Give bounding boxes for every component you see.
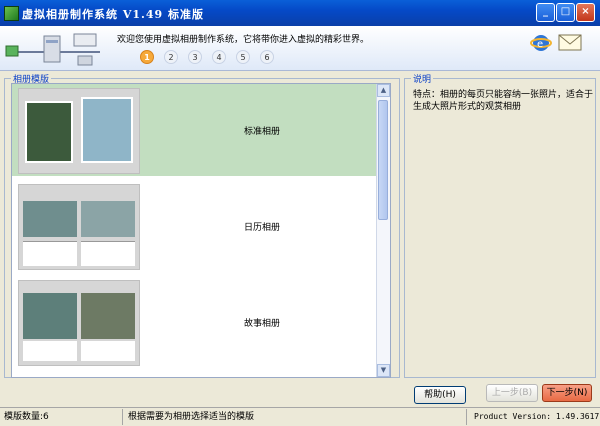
scrollbar-thumb[interactable] bbox=[378, 100, 388, 220]
template-label: 故事相册 bbox=[243, 319, 280, 329]
story-text-area bbox=[81, 341, 135, 361]
maximize-button[interactable]: □ bbox=[556, 3, 575, 22]
photo-thumbnail bbox=[81, 293, 135, 339]
photo-thumbnail bbox=[25, 101, 73, 163]
status-divider bbox=[466, 409, 467, 425]
status-divider bbox=[122, 409, 123, 425]
step-1: 1 bbox=[140, 50, 154, 64]
step-3: 3 bbox=[188, 50, 202, 64]
description-legend: 说明 bbox=[411, 72, 434, 85]
svg-text:e: e bbox=[537, 39, 543, 50]
templates-group: 相册模版 标准相册 日历相册 故事相册 ▲ ▼ bbox=[4, 72, 400, 378]
story-text-area bbox=[23, 341, 77, 361]
status-hint: 根据需要为相册选择适当的模版 bbox=[128, 412, 255, 422]
title-bar[interactable]: 虚拟相册制作系统 V1.49 标准版 _ □ × bbox=[0, 0, 600, 26]
close-button[interactable]: × bbox=[576, 3, 595, 22]
template-row-story[interactable]: 故事相册 bbox=[12, 276, 377, 368]
photo-thumbnail bbox=[23, 293, 77, 339]
scroll-up-arrow-icon[interactable]: ▲ bbox=[377, 84, 390, 97]
prev-button[interactable]: 上一步(B) bbox=[486, 384, 538, 402]
step-6: 6 bbox=[260, 50, 274, 64]
template-thumbnail bbox=[18, 280, 140, 366]
product-version: Product Version: 1.49.3617 bbox=[474, 412, 600, 421]
template-label: 标准相册 bbox=[243, 127, 280, 137]
app-icon bbox=[4, 6, 19, 21]
template-list-scrollbar[interactable]: ▲ ▼ bbox=[376, 84, 390, 377]
mail-icon[interactable] bbox=[558, 34, 582, 52]
calendar-grid bbox=[23, 241, 77, 266]
template-thumbnail bbox=[18, 184, 140, 270]
help-button[interactable]: 帮助(H) bbox=[414, 386, 466, 404]
description-text: 特点：相册的每页只能容纳一张照片，适合于生成大照片形式的观赏相册 bbox=[413, 90, 594, 112]
welcome-text: 欢迎您使用虚拟相册制作系统，它将带你进入虚拟的精彩世界。 bbox=[117, 35, 370, 45]
template-row-standard[interactable]: 标准相册 bbox=[12, 84, 377, 176]
template-row-calendar[interactable]: 日历相册 bbox=[12, 180, 377, 272]
step-5: 5 bbox=[236, 50, 250, 64]
photo-thumbnail bbox=[81, 201, 135, 237]
step-4: 4 bbox=[212, 50, 226, 64]
calendar-grid bbox=[81, 241, 135, 266]
network-illustration-icon bbox=[5, 33, 100, 66]
scroll-down-arrow-icon[interactable]: ▼ bbox=[377, 364, 390, 377]
next-button[interactable]: 下一步(N) bbox=[542, 384, 592, 402]
photo-thumbnail bbox=[81, 97, 133, 163]
template-count: 模版数量:6 bbox=[4, 412, 49, 422]
template-thumbnail bbox=[18, 88, 140, 174]
browser-icon[interactable]: e bbox=[530, 32, 552, 54]
template-label: 日历相册 bbox=[243, 223, 280, 233]
window-title: 虚拟相册制作系统 V1.49 标准版 bbox=[22, 8, 204, 21]
description-group: 说明 特点：相册的每页只能容纳一张照片，适合于生成大照片形式的观赏相册 bbox=[404, 72, 596, 378]
step-2: 2 bbox=[164, 50, 178, 64]
template-list[interactable]: 标准相册 日历相册 故事相册 ▲ ▼ bbox=[11, 83, 391, 378]
photo-thumbnail bbox=[23, 201, 77, 237]
minimize-button[interactable]: _ bbox=[536, 3, 555, 22]
status-bar: 模版数量:6 根据需要为相册选择适当的模版 Product Version: 1… bbox=[0, 407, 600, 426]
header-banner: 欢迎您使用虚拟相册制作系统，它将带你进入虚拟的精彩世界。 1 2 3 4 5 6… bbox=[0, 26, 600, 71]
